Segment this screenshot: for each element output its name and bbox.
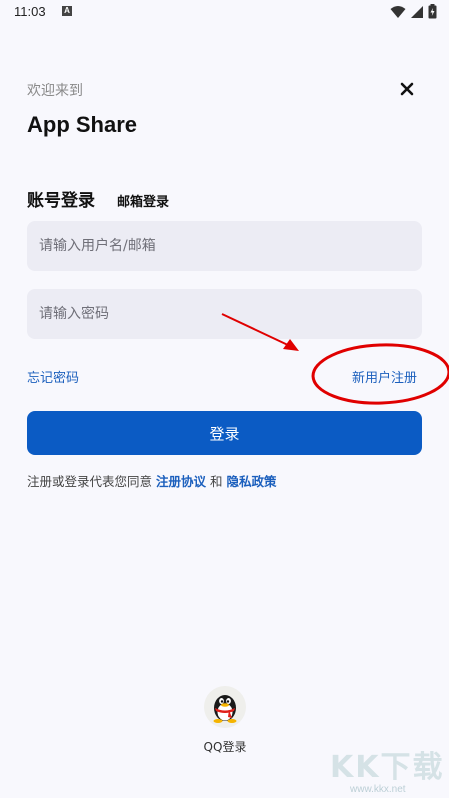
battery-icon [428,4,437,19]
watermark-url: www.kkx.net [350,784,406,795]
agreement-prefix: 注册或登录代表您同意 [27,474,156,489]
username-input[interactable] [27,221,422,271]
terms-link[interactable]: 注册协议 [156,474,206,489]
login-button[interactable]: 登录 [27,411,422,455]
agreement-and: 和 [206,474,227,489]
qq-penguin-icon [213,695,237,723]
status-time: 11:03 [14,4,46,19]
login-tabs: 账号登录 邮箱登录 [27,186,169,211]
signal-icon [411,5,423,18]
qq-login-button[interactable]: QQ登录 [196,686,254,755]
password-input[interactable] [27,289,422,339]
tab-account-login[interactable]: 账号登录 [27,186,95,211]
register-link[interactable]: 新用户注册 [352,367,417,386]
notification-icon: A [62,6,72,16]
annotation-arrow-head [283,339,299,351]
welcome-text: 欢迎来到 [27,83,83,99]
page-title: App Share [27,112,138,137]
privacy-link[interactable]: 隐私政策 [226,474,276,489]
qq-icon-container [204,686,246,728]
forgot-password-link[interactable]: 忘记密码 [27,367,79,386]
status-icons [390,4,437,19]
close-button[interactable] [396,78,418,100]
agreement-text: 注册或登录代表您同意 注册协议 和 隐私政策 [27,471,276,490]
wifi-icon [390,5,406,18]
tab-email-login[interactable]: 邮箱登录 [117,191,169,211]
qq-login-label: QQ登录 [203,740,247,754]
close-icon [400,82,414,96]
watermark-brand: KK下载 [330,750,445,785]
status-bar: 11:03 A [0,0,449,24]
watermark: KK下载 www.kkx.net [322,740,447,798]
